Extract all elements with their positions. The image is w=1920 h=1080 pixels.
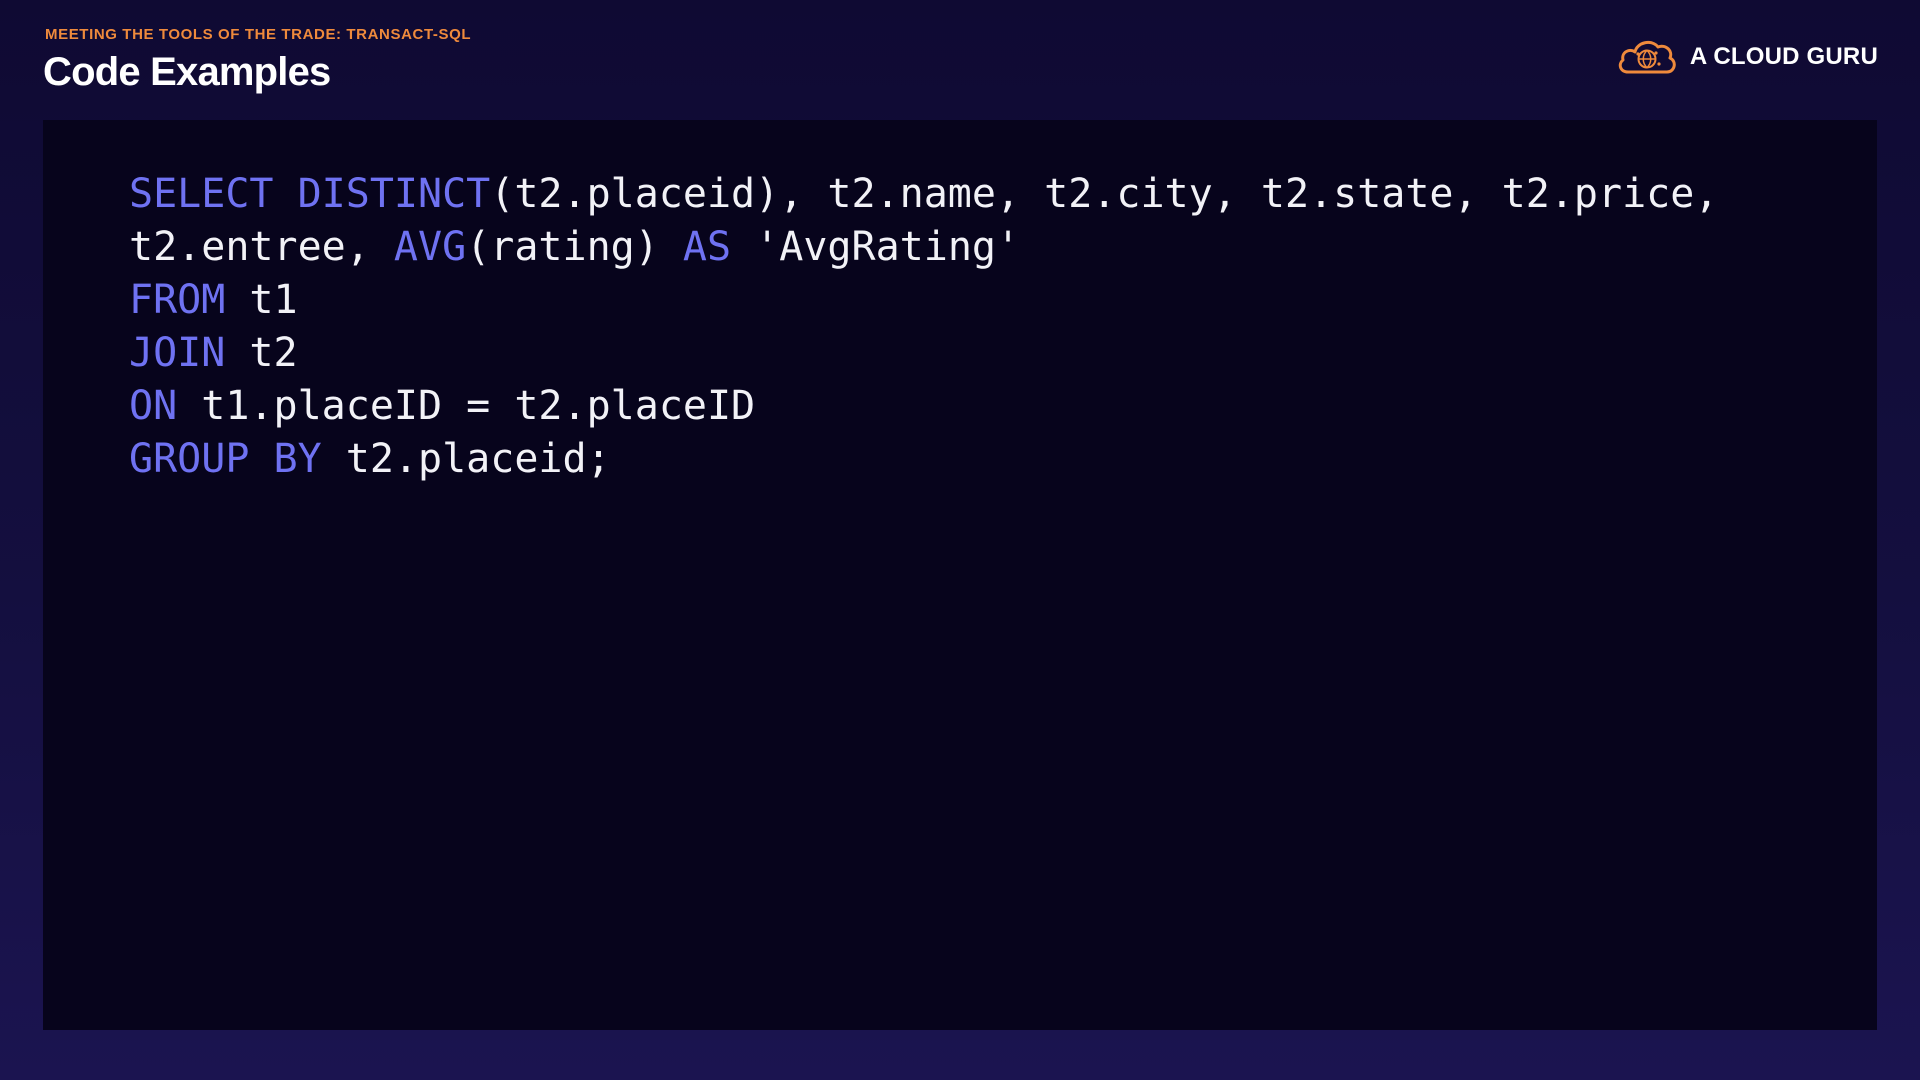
sql-keyword: GROUP BY — [129, 436, 322, 482]
sql-text: t2.placeid; — [321, 436, 611, 482]
code-line: GROUP BY t2.placeid; — [129, 433, 1877, 486]
sql-text: (rating) — [466, 224, 683, 270]
code-panel: SELECT DISTINCT(t2.placeid), t2.name, t2… — [43, 120, 1877, 1030]
code-line: t2.entree, AVG(rating) AS 'AvgRating' — [129, 221, 1877, 274]
sql-text: (t2.placeid), t2.name, t2.city, t2.state… — [490, 171, 1719, 217]
brand-logo: A CLOUD GURU — [1616, 36, 1878, 78]
code-line: SELECT DISTINCT(t2.placeid), t2.name, t2… — [129, 168, 1877, 221]
code-line: JOIN t2 — [129, 327, 1877, 380]
sql-text: t2.entree, — [129, 224, 394, 270]
sql-keyword: AS — [682, 224, 732, 270]
brand-name: A CLOUD GURU — [1689, 43, 1878, 70]
sql-keyword: SELECT DISTINCT — [129, 171, 491, 217]
slide-title: Code Examples — [43, 50, 331, 94]
sql-keyword: ON — [129, 383, 178, 429]
code-line: FROM t1 — [129, 274, 1877, 327]
sql-text: t1 — [225, 277, 298, 323]
sql-text: t1.placeID = t2.placeID — [177, 383, 756, 429]
cloud-logo-icon — [1618, 40, 1676, 74]
sql-keyword: AVG — [393, 224, 467, 270]
slide-subtitle: MEETING THE TOOLS OF THE TRADE: TRANSACT… — [45, 26, 472, 43]
code-line: ON t1.placeID = t2.placeID — [129, 380, 1877, 433]
sql-text: 'AvgRating' — [731, 224, 1021, 270]
sql-keyword: JOIN — [129, 330, 226, 376]
sql-keyword: FROM — [129, 277, 226, 323]
sql-text: t2 — [225, 330, 298, 376]
